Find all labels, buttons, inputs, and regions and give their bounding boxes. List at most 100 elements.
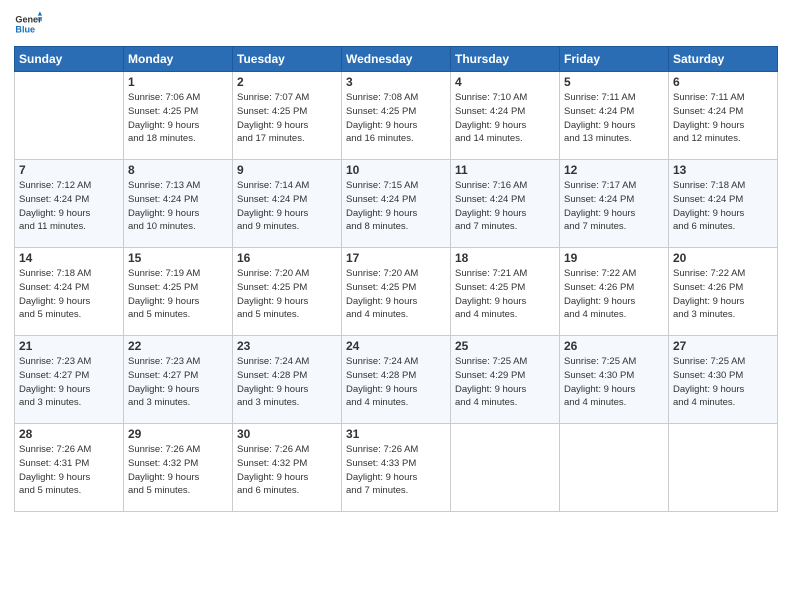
day-number: 11 <box>455 163 555 177</box>
calendar-cell: 27 Sunrise: 7:25 AM Sunset: 4:30 PM Dayli… <box>669 336 778 424</box>
day-number: 27 <box>673 339 773 353</box>
day-info: Sunrise: 7:11 AM Sunset: 4:24 PM Dayligh… <box>564 91 664 146</box>
calendar-cell: 24 Sunrise: 7:24 AM Sunset: 4:28 PM Dayli… <box>342 336 451 424</box>
day-info: Sunrise: 7:17 AM Sunset: 4:24 PM Dayligh… <box>564 179 664 234</box>
day-info: Sunrise: 7:25 AM Sunset: 4:30 PM Dayligh… <box>673 355 773 410</box>
calendar-header-thursday: Thursday <box>451 47 560 72</box>
day-info: Sunrise: 7:22 AM Sunset: 4:26 PM Dayligh… <box>564 267 664 322</box>
day-number: 28 <box>19 427 119 441</box>
day-number: 14 <box>19 251 119 265</box>
calendar-header-row: SundayMondayTuesdayWednesdayThursdayFrid… <box>15 47 778 72</box>
calendar-cell: 25 Sunrise: 7:25 AM Sunset: 4:29 PM Dayli… <box>451 336 560 424</box>
day-info: Sunrise: 7:10 AM Sunset: 4:24 PM Dayligh… <box>455 91 555 146</box>
day-number: 1 <box>128 75 228 89</box>
calendar-cell <box>560 424 669 512</box>
calendar-cell: 26 Sunrise: 7:25 AM Sunset: 4:30 PM Dayli… <box>560 336 669 424</box>
calendar-cell: 30 Sunrise: 7:26 AM Sunset: 4:32 PM Dayli… <box>233 424 342 512</box>
day-info: Sunrise: 7:24 AM Sunset: 4:28 PM Dayligh… <box>237 355 337 410</box>
calendar-cell: 3 Sunrise: 7:08 AM Sunset: 4:25 PM Daylig… <box>342 72 451 160</box>
calendar-cell: 11 Sunrise: 7:16 AM Sunset: 4:24 PM Dayli… <box>451 160 560 248</box>
day-info: Sunrise: 7:08 AM Sunset: 4:25 PM Dayligh… <box>346 91 446 146</box>
day-number: 24 <box>346 339 446 353</box>
calendar-cell: 9Sunrise: 7:14 AM Sunset: 4:24 PM Daylig… <box>233 160 342 248</box>
calendar-week-row: 1 Sunrise: 7:06 AM Sunset: 4:25 PM Daylig… <box>15 72 778 160</box>
page-header: General Blue <box>14 10 778 38</box>
calendar-week-row: 28 Sunrise: 7:26 AM Sunset: 4:31 PM Dayli… <box>15 424 778 512</box>
day-info: Sunrise: 7:13 AM Sunset: 4:24 PM Dayligh… <box>128 179 228 234</box>
day-info: Sunrise: 7:15 AM Sunset: 4:24 PM Dayligh… <box>346 179 446 234</box>
day-info: Sunrise: 7:07 AM Sunset: 4:25 PM Dayligh… <box>237 91 337 146</box>
day-number: 31 <box>346 427 446 441</box>
day-number: 30 <box>237 427 337 441</box>
day-info: Sunrise: 7:06 AM Sunset: 4:25 PM Dayligh… <box>128 91 228 146</box>
day-info: Sunrise: 7:19 AM Sunset: 4:25 PM Dayligh… <box>128 267 228 322</box>
day-info: Sunrise: 7:22 AM Sunset: 4:26 PM Dayligh… <box>673 267 773 322</box>
calendar-cell: 21Sunrise: 7:23 AM Sunset: 4:27 PM Dayli… <box>15 336 124 424</box>
day-number: 26 <box>564 339 664 353</box>
day-number: 25 <box>455 339 555 353</box>
calendar-cell: 7 Sunrise: 7:12 AM Sunset: 4:24 PM Daylig… <box>15 160 124 248</box>
day-info: Sunrise: 7:24 AM Sunset: 4:28 PM Dayligh… <box>346 355 446 410</box>
day-number: 10 <box>346 163 446 177</box>
logo-icon: General Blue <box>14 10 42 38</box>
calendar-cell: 6 Sunrise: 7:11 AM Sunset: 4:24 PM Daylig… <box>669 72 778 160</box>
day-number: 8 <box>128 163 228 177</box>
day-number: 12 <box>564 163 664 177</box>
day-number: 6 <box>673 75 773 89</box>
calendar-cell: 14 Sunrise: 7:18 AM Sunset: 4:24 PM Dayli… <box>15 248 124 336</box>
calendar-cell: 2 Sunrise: 7:07 AM Sunset: 4:25 PM Daylig… <box>233 72 342 160</box>
day-number: 9 <box>237 163 337 177</box>
calendar-week-row: 14 Sunrise: 7:18 AM Sunset: 4:24 PM Dayli… <box>15 248 778 336</box>
day-info: Sunrise: 7:11 AM Sunset: 4:24 PM Dayligh… <box>673 91 773 146</box>
calendar-cell: 17Sunrise: 7:20 AM Sunset: 4:25 PM Dayli… <box>342 248 451 336</box>
calendar-cell: 5Sunrise: 7:11 AM Sunset: 4:24 PM Daylig… <box>560 72 669 160</box>
calendar-cell: 8 Sunrise: 7:13 AM Sunset: 4:24 PM Daylig… <box>124 160 233 248</box>
day-info: Sunrise: 7:18 AM Sunset: 4:24 PM Dayligh… <box>19 267 119 322</box>
day-info: Sunrise: 7:18 AM Sunset: 4:24 PM Dayligh… <box>673 179 773 234</box>
day-info: Sunrise: 7:25 AM Sunset: 4:29 PM Dayligh… <box>455 355 555 410</box>
day-number: 21 <box>19 339 119 353</box>
calendar-week-row: 7 Sunrise: 7:12 AM Sunset: 4:24 PM Daylig… <box>15 160 778 248</box>
day-number: 17 <box>346 251 446 265</box>
calendar-cell: 10 Sunrise: 7:15 AM Sunset: 4:24 PM Dayli… <box>342 160 451 248</box>
day-info: Sunrise: 7:26 AM Sunset: 4:32 PM Dayligh… <box>237 443 337 498</box>
calendar-cell: 18Sunrise: 7:21 AM Sunset: 4:25 PM Dayli… <box>451 248 560 336</box>
calendar-cell: 12 Sunrise: 7:17 AM Sunset: 4:24 PM Dayli… <box>560 160 669 248</box>
calendar-header-wednesday: Wednesday <box>342 47 451 72</box>
day-info: Sunrise: 7:12 AM Sunset: 4:24 PM Dayligh… <box>19 179 119 234</box>
calendar-cell: 28 Sunrise: 7:26 AM Sunset: 4:31 PM Dayli… <box>15 424 124 512</box>
calendar-cell: 15 Sunrise: 7:19 AM Sunset: 4:25 PM Dayli… <box>124 248 233 336</box>
calendar-header-monday: Monday <box>124 47 233 72</box>
day-number: 15 <box>128 251 228 265</box>
day-info: Sunrise: 7:26 AM Sunset: 4:31 PM Dayligh… <box>19 443 119 498</box>
calendar-cell: 1 Sunrise: 7:06 AM Sunset: 4:25 PM Daylig… <box>124 72 233 160</box>
day-info: Sunrise: 7:20 AM Sunset: 4:25 PM Dayligh… <box>237 267 337 322</box>
day-info: Sunrise: 7:26 AM Sunset: 4:33 PM Dayligh… <box>346 443 446 498</box>
calendar-table: SundayMondayTuesdayWednesdayThursdayFrid… <box>14 46 778 512</box>
day-number: 2 <box>237 75 337 89</box>
calendar-cell <box>451 424 560 512</box>
calendar-week-row: 21 Sunrise: 7:23 AM Sunset: 4:27 PM Dayli… <box>15 336 778 424</box>
day-number: 3 <box>346 75 446 89</box>
calendar-header-tuesday: Tuesday <box>233 47 342 72</box>
calendar-cell: 31 Sunrise: 7:26 AM Sunset: 4:33 PM Dayli… <box>342 424 451 512</box>
calendar-cell <box>15 72 124 160</box>
svg-text:Blue: Blue <box>15 24 35 34</box>
day-number: 29 <box>128 427 228 441</box>
day-number: 22 <box>128 339 228 353</box>
day-info: Sunrise: 7:16 AM Sunset: 4:24 PM Dayligh… <box>455 179 555 234</box>
day-number: 13 <box>673 163 773 177</box>
calendar-cell <box>669 424 778 512</box>
calendar-cell: 13 Sunrise: 7:18 AM Sunset: 4:24 PM Dayli… <box>669 160 778 248</box>
day-number: 4 <box>455 75 555 89</box>
day-info: Sunrise: 7:23 AM Sunset: 4:27 PM Dayligh… <box>128 355 228 410</box>
calendar-cell: 23Sunrise: 7:24 AM Sunset: 4:28 PM Dayli… <box>233 336 342 424</box>
day-number: 20 <box>673 251 773 265</box>
calendar-header-saturday: Saturday <box>669 47 778 72</box>
day-info: Sunrise: 7:26 AM Sunset: 4:32 PM Dayligh… <box>128 443 228 498</box>
day-info: Sunrise: 7:25 AM Sunset: 4:30 PM Dayligh… <box>564 355 664 410</box>
calendar-cell: 29 Sunrise: 7:26 AM Sunset: 4:32 PM Dayli… <box>124 424 233 512</box>
day-number: 7 <box>19 163 119 177</box>
calendar-cell: 16Sunrise: 7:20 AM Sunset: 4:25 PM Dayli… <box>233 248 342 336</box>
calendar-header-friday: Friday <box>560 47 669 72</box>
